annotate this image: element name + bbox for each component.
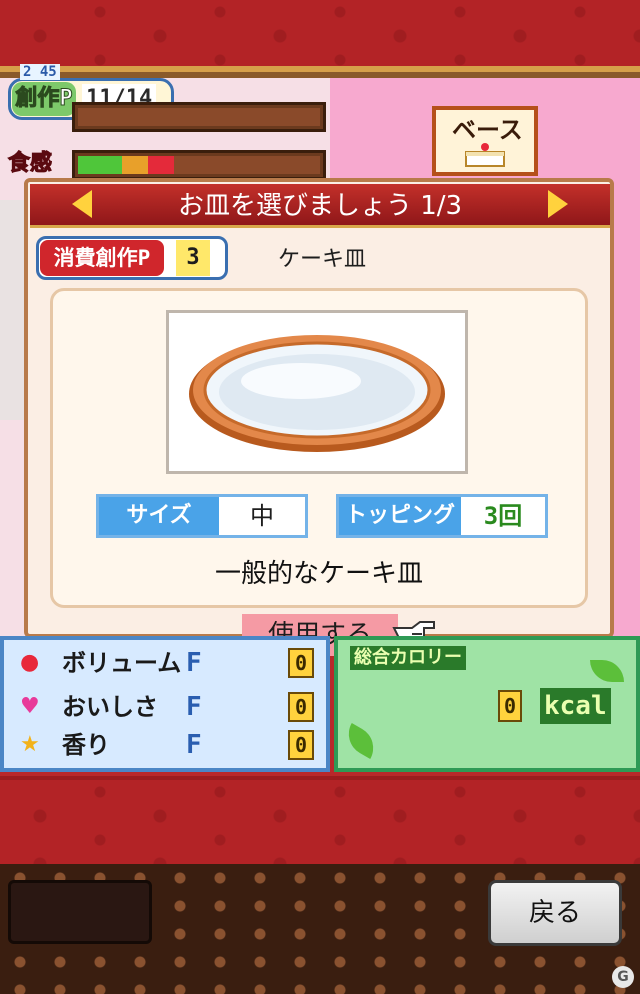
shokkan-bar-empty	[174, 156, 320, 174]
next-page-arrow-icon[interactable]	[548, 190, 568, 218]
calorie-value: 0	[498, 690, 522, 722]
param-value-volume: 0	[288, 648, 314, 678]
bottom-curtain	[0, 776, 640, 872]
empty-slot	[8, 880, 152, 944]
heart-icon: ♥	[20, 694, 40, 719]
param-value-aroma: 0	[288, 730, 314, 760]
apple-icon: ●	[20, 650, 40, 675]
shokkan-bar-red	[148, 156, 174, 174]
cake-icon	[465, 143, 505, 167]
dialog-title: お皿を選びましょう 1/3	[177, 191, 463, 221]
param-bar-1	[72, 102, 326, 132]
param-value-taste: 0	[288, 692, 314, 722]
param-name-taste: おいしさ	[62, 693, 158, 721]
param-rank-volume: F	[186, 648, 202, 678]
topping-value: 3回	[483, 502, 523, 530]
cake-plate-image	[189, 335, 445, 452]
souzou-points-label: 創作P	[12, 82, 76, 116]
top-curtain	[0, 0, 640, 72]
shokkan-bar	[72, 150, 326, 180]
size-value: 中	[250, 502, 274, 530]
star-icon: ★	[20, 732, 40, 757]
param-rank-taste: F	[186, 692, 202, 722]
cost-value: 3	[176, 240, 210, 276]
souzou-points-timer: 2 45	[20, 64, 60, 80]
plate-description: 一般的なケーキ皿	[214, 559, 423, 589]
calorie-label: 総合カロリー	[350, 646, 466, 670]
shokkan-bar-green	[78, 156, 122, 174]
calorie-unit: kcal	[540, 688, 611, 724]
site-logo: G	[612, 966, 634, 988]
size-label: サイズ	[99, 497, 219, 535]
shokkan-label: 食感	[8, 151, 53, 177]
shokkan-bar-yellow	[122, 156, 148, 174]
param-rank-aroma: F	[186, 730, 202, 760]
param-bar-1-fill	[78, 108, 320, 126]
back-button[interactable]: 戻る	[488, 880, 622, 946]
param-name-aroma: 香り	[62, 731, 110, 759]
prev-page-arrow-icon[interactable]	[72, 190, 92, 218]
topping-label: トッピング	[339, 497, 461, 535]
plate-name: ケーキ皿	[278, 247, 367, 272]
cost-label: 消費創作P	[40, 240, 164, 276]
param-name-volume: ボリューム	[62, 649, 182, 677]
